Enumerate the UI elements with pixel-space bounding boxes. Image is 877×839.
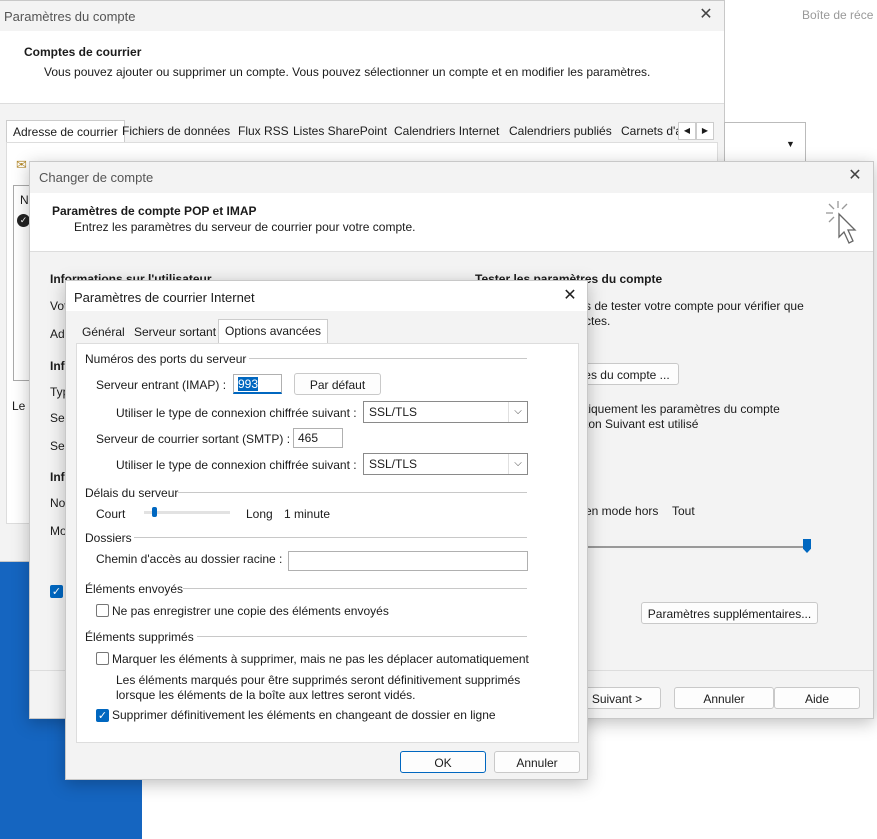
close-icon[interactable]: ✕ xyxy=(845,166,865,186)
purge-items-label[interactable]: Supprimer définitivement les éléments en… xyxy=(112,708,496,722)
account-settings-title: Paramètres du compte xyxy=(4,9,136,24)
timeout-value: 1 minute xyxy=(284,507,331,521)
tab-sharepoint[interactable]: Listes SharePoint xyxy=(287,120,393,142)
folders-group-title: Dossiers xyxy=(85,531,132,545)
timeout-slider-thumb[interactable] xyxy=(152,507,157,517)
mark-note-line-2: lorsque les éléments de la boîte aux let… xyxy=(116,688,416,702)
sent-group-title: Éléments envoyés xyxy=(85,582,184,596)
auto-test-text-2: ton Suivant est utilisé xyxy=(585,417,699,431)
deleted-group-line xyxy=(197,636,527,637)
cursor-sparkle-icon xyxy=(826,201,857,244)
timeout-short-label: Court xyxy=(96,507,126,521)
ok-button[interactable]: OK xyxy=(400,751,486,773)
cancel-button[interactable]: Annuler xyxy=(494,751,580,773)
close-icon[interactable]: ✕ xyxy=(560,286,580,306)
mark-for-deletion-label[interactable]: Marquer les éléments à supprimer, mais n… xyxy=(112,652,529,666)
outgoing-encryption-value: SSL/TLS xyxy=(369,457,418,471)
chevron-down-icon: ⌵ xyxy=(508,454,527,474)
timeout-group-line xyxy=(178,492,527,493)
tab-outgoing-server[interactable]: Serveur sortant xyxy=(128,321,222,343)
close-icon[interactable]: ✕ xyxy=(696,5,716,25)
incoming-port-label: Serveur entrant (IMAP) : xyxy=(96,378,227,392)
left-label-2: Inf xyxy=(50,359,65,373)
outgoing-port-value: 465 xyxy=(298,431,319,445)
auto-test-text-1: tiquement les paramètres du compte xyxy=(585,402,780,416)
no-sent-copy-label[interactable]: Ne pas enregistrer une copie des élément… xyxy=(112,604,389,618)
account-tabs: Adresse de courrier Fichiers de données … xyxy=(6,120,716,143)
chevron-down-icon: ⌵ xyxy=(508,402,527,422)
tab-address-books[interactable]: Carnets d'a xyxy=(615,120,687,142)
incoming-encryption-select[interactable]: SSL/TLS ⌵ xyxy=(363,401,528,423)
test-settings-text-1: s de tester votre compte pour vérifier q… xyxy=(585,299,804,313)
account-list-column: N xyxy=(20,193,29,207)
mark-for-deletion-checkbox[interactable] xyxy=(96,652,109,665)
account-settings-header: Comptes de courrier Vous pouvez ajouter … xyxy=(0,31,724,104)
tab-data-files[interactable]: Fichiers de données xyxy=(116,120,236,142)
account-settings-titlebar: Paramètres du compte ✕ xyxy=(0,1,724,31)
internet-settings-title: Paramètres de courrier Internet xyxy=(74,290,255,305)
tab-internet-calendars[interactable]: Calendriers Internet xyxy=(388,120,505,142)
offline-label: en mode hors xyxy=(585,504,659,518)
incoming-port-input[interactable]: 993 xyxy=(233,374,282,394)
incoming-encryption-label: Utiliser le type de connexion chiffrée s… xyxy=(116,406,357,420)
change-account-titlebar: Changer de compte ✕ xyxy=(30,162,873,192)
tab-email[interactable]: Adresse de courrier xyxy=(6,120,125,143)
tab-scroll-left[interactable]: ◀ xyxy=(678,122,696,140)
outgoing-encryption-label: Utiliser le type de connexion chiffrée s… xyxy=(116,458,357,472)
outgoing-port-input[interactable]: 465 xyxy=(293,428,343,448)
change-account-header: Paramètres de compte POP et IMAP Entrez … xyxy=(30,193,873,252)
header-title: Comptes de courrier xyxy=(24,45,142,59)
help-button[interactable]: Aide xyxy=(774,687,860,709)
header-subtitle: Vous pouvez ajouter ou supprimer un comp… xyxy=(44,65,651,79)
internet-settings-titlebar: Paramètres de courrier Internet ✕ xyxy=(66,281,587,311)
root-path-input[interactable] xyxy=(288,551,528,571)
mark-note-line-1: Les éléments marqués pour être supprimés… xyxy=(116,673,521,687)
default-ports-button[interactable]: Par défaut xyxy=(294,373,381,395)
root-path-label: Chemin d'accès au dossier racine : xyxy=(96,552,283,566)
chevron-down-icon: ▼ xyxy=(786,139,795,149)
ports-group-line xyxy=(249,358,527,359)
incoming-encryption-value: SSL/TLS xyxy=(369,405,418,419)
left-label-6: Inf xyxy=(50,470,65,484)
timeout-long-label: Long xyxy=(246,507,273,521)
ports-group-title: Numéros des ports du serveur xyxy=(85,352,247,366)
test-settings-text-2: ctes. xyxy=(585,314,611,328)
deleted-group-title: Éléments supprimés xyxy=(85,630,194,644)
outgoing-encryption-select[interactable]: SSL/TLS ⌵ xyxy=(363,453,528,475)
slider-thumb[interactable] xyxy=(803,539,811,553)
cancel-button[interactable]: Annuler xyxy=(674,687,774,709)
tab-published-calendars[interactable]: Calendriers publiés xyxy=(503,120,618,142)
all-label: Tout xyxy=(672,504,695,518)
tab-rss[interactable]: Flux RSS xyxy=(232,120,295,142)
test-account-button[interactable]: es du compte ... xyxy=(575,363,679,385)
header-title: Paramètres de compte POP et IMAP xyxy=(52,204,257,218)
incoming-port-value: 993 xyxy=(238,377,259,391)
no-sent-copy-checkbox[interactable] xyxy=(96,604,109,617)
more-settings-button[interactable]: Paramètres supplémentaires... xyxy=(641,602,818,624)
folders-group-line xyxy=(134,537,527,538)
tab-advanced-options[interactable]: Options avancées xyxy=(218,319,329,344)
internet-mail-settings-dialog: Paramètres de courrier Internet ✕ Généra… xyxy=(65,280,588,780)
change-account-title: Changer de compte xyxy=(39,170,154,185)
tab-general[interactable]: Général xyxy=(76,321,131,343)
purge-items-checkbox[interactable]: ✓ xyxy=(96,709,109,722)
background-window-title: Boîte de réce xyxy=(802,8,874,22)
header-subtitle: Entrez les paramètres du serveur de cour… xyxy=(74,220,416,234)
mail-to-keep-slider-track[interactable] xyxy=(585,546,810,548)
sent-group-line xyxy=(183,588,527,589)
tab-scroll-right[interactable]: ▶ xyxy=(696,122,714,140)
left-checkbox[interactable]: ✓ xyxy=(50,585,63,598)
left-label-7: No xyxy=(50,496,66,510)
outgoing-port-label: Serveur de courrier sortant (SMTP) : xyxy=(96,432,291,446)
timeout-group-title: Délais du serveur xyxy=(85,486,179,500)
